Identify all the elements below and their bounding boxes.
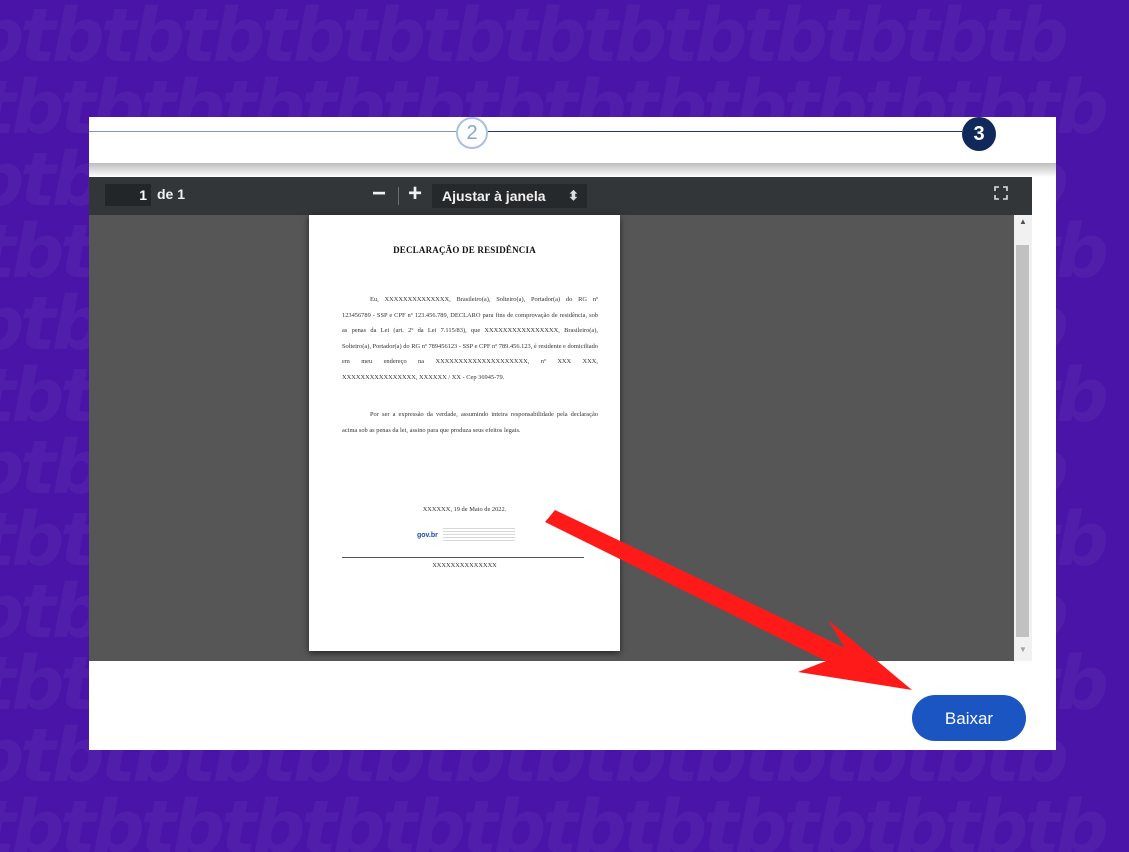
scroll-up-arrow-icon[interactable]: ▲ [1019, 217, 1027, 226]
scrollbar-thumb[interactable] [1016, 245, 1029, 637]
scroll-down-arrow-icon[interactable]: ▼ [1019, 645, 1027, 654]
pdf-page-area[interactable]: DECLARAÇÃO DE RESIDÊNCIA Eu, XXXXXXXXXXX… [89, 215, 1014, 661]
select-arrows-icon: ⬍ [568, 188, 579, 203]
document-paragraph-1: Eu, XXXXXXXXXXXXXX, Brasileiro(a), Solte… [342, 296, 598, 381]
pdf-toolbar: 1 de 1 − + Ajustar à janela ⬍ [89, 177, 1032, 215]
govbr-logo: gov.br [417, 532, 438, 539]
page-count-label: de 1 [157, 186, 186, 202]
pdf-page: DECLARAÇÃO DE RESIDÊNCIA Eu, XXXXXXXXXXX… [309, 215, 620, 651]
pdf-viewer: 1 de 1 − + Ajustar à janela ⬍ DECLARAÇÃO… [89, 177, 1032, 661]
document-paragraph-2: Por ser a expressão da verdade, assumind… [342, 411, 598, 434]
divider-shadow [89, 163, 1056, 177]
step-3-active[interactable]: 3 [962, 117, 996, 151]
fullscreen-icon[interactable] [994, 186, 1008, 201]
page-number-input[interactable]: 1 [105, 184, 151, 206]
zoom-in-button[interactable]: + [408, 181, 422, 207]
toolbar-separator [398, 187, 399, 205]
stepper-line [488, 131, 962, 132]
document-title: DECLARAÇÃO DE RESIDÊNCIA [393, 245, 536, 255]
step-2[interactable]: 2 [456, 117, 488, 149]
signature-name: XXXXXXXXXXXXXX [432, 562, 497, 569]
zoom-select[interactable]: Ajustar à janela ⬍ [432, 184, 587, 208]
vertical-scrollbar[interactable]: ▲ ▼ [1014, 215, 1032, 661]
zoom-out-button[interactable]: − [372, 181, 386, 207]
document-dialog: 2 3 1 de 1 − + Ajustar à janela ⬍ DECLAR… [89, 117, 1056, 750]
digital-signature-stamp [443, 528, 515, 542]
document-date: XXXXXX, 19 de Maio de 2022. [422, 506, 507, 513]
zoom-select-value: Ajustar à janela [442, 188, 546, 204]
stepper: 2 3 [89, 117, 1056, 161]
stepper-line [89, 131, 456, 132]
download-button[interactable]: Baixar [912, 695, 1026, 741]
